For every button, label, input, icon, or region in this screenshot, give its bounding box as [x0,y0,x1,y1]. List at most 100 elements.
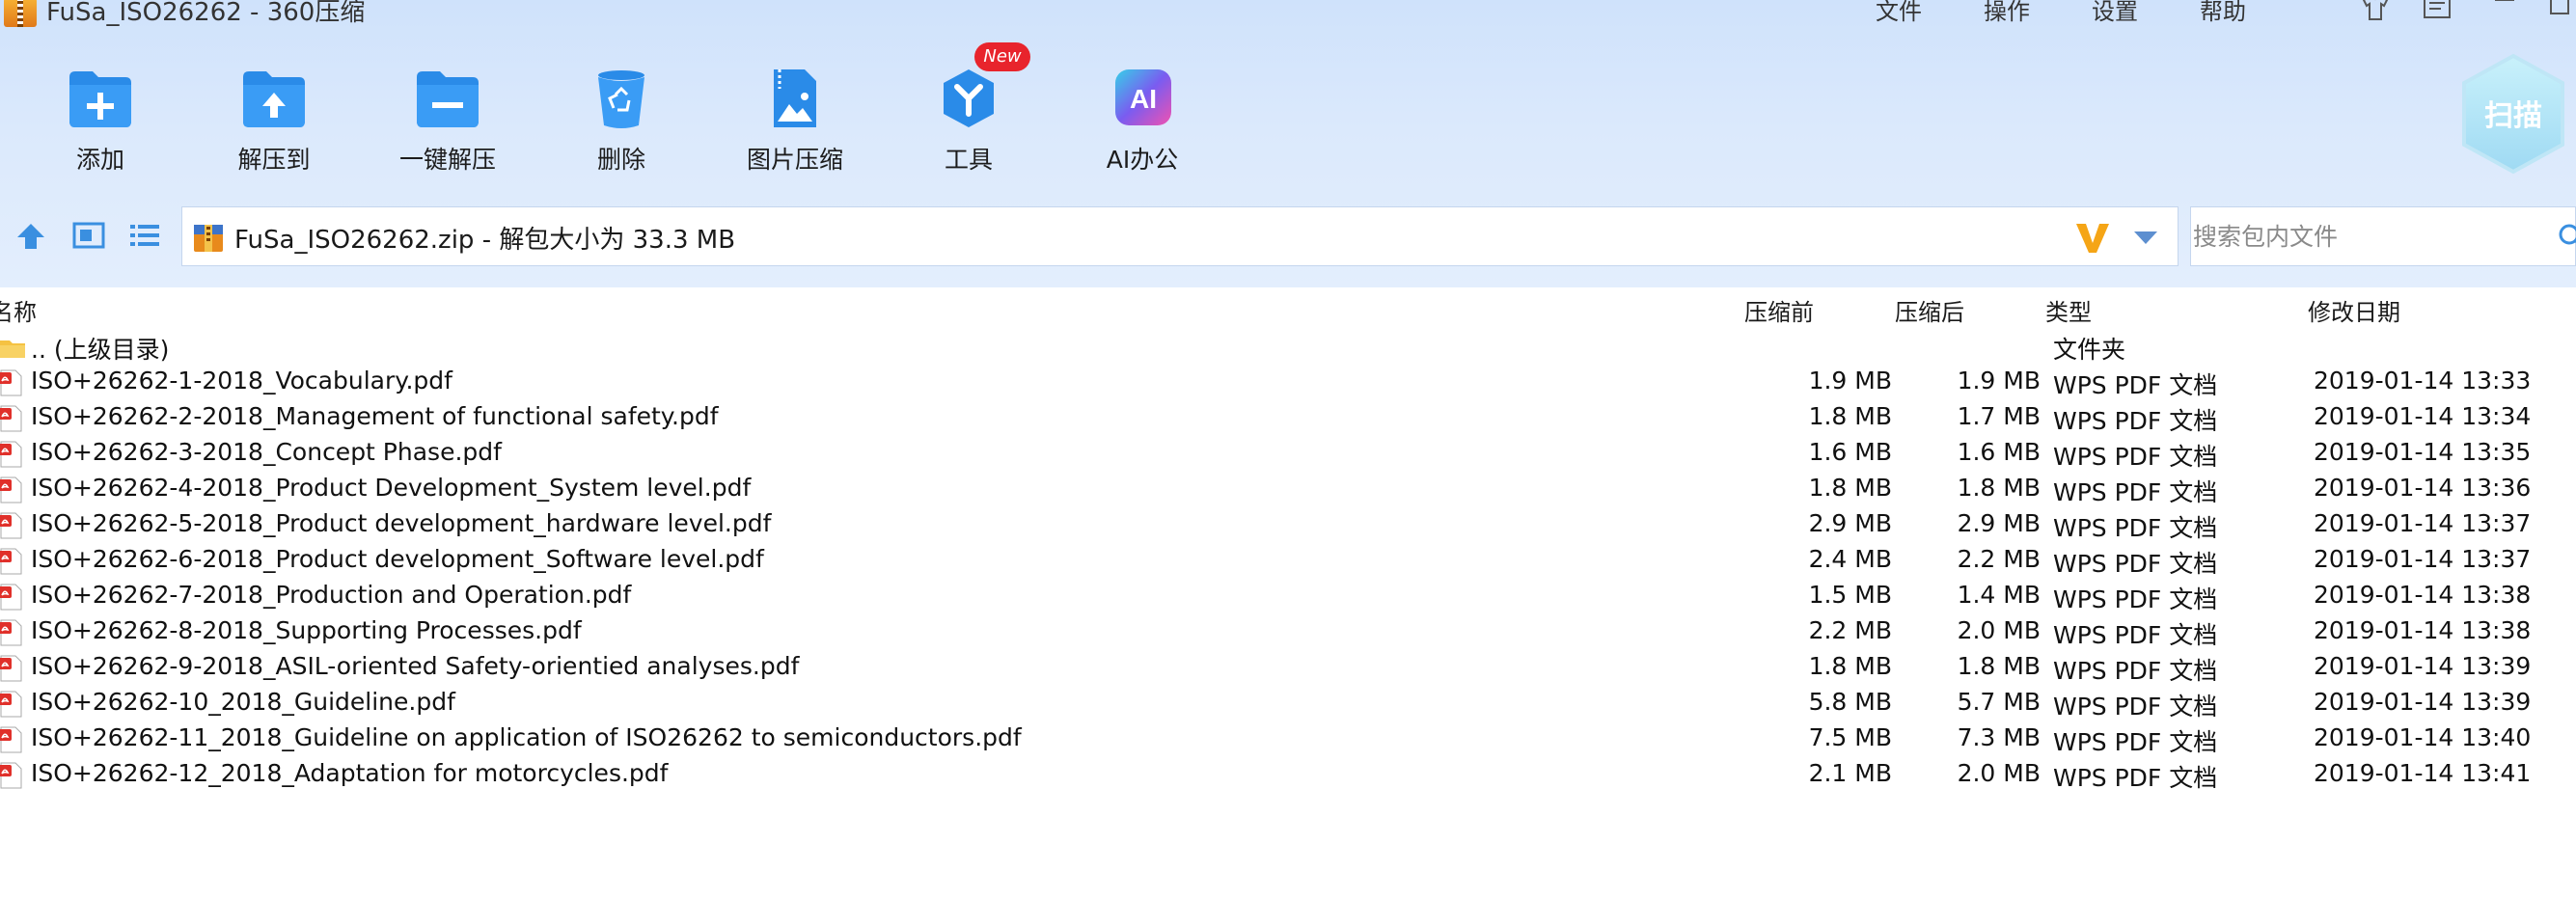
one-click-extract-label: 一键解压 [398,146,496,174]
table-row[interactable]: ISO+26262-12_2018_Adaptation for motorcy… [0,757,2576,793]
pdf-file-icon [0,655,22,682]
ai-office-label: AI办公 [1106,146,1179,174]
svg-text:AI: AI [1130,84,1157,114]
file-type: WPS PDF 文档 [2053,514,2218,542]
table-row[interactable]: ISO+26262-3-2018_Concept Phase.pdf 1.6 M… [0,436,2576,472]
scan-button[interactable]: 扫描 [2458,52,2568,176]
menu-file[interactable]: 文件 [1876,0,1922,26]
image-compress-icon [774,69,816,127]
file-date: 2019-01-14 13:40 [2314,723,2532,751]
file-date: 2019-01-14 13:35 [2314,438,2532,466]
image-compress-label: 图片压缩 [746,146,843,174]
tools-icon [944,69,994,127]
list-view-icon[interactable] [127,218,162,253]
pdf-file-icon [0,726,22,753]
vip-v-icon[interactable] [2074,220,2111,255]
file-date: 2019-01-14 13:39 [2314,688,2532,716]
extract-to-button[interactable]: 解压到 [197,60,351,185]
file-packed-size: 2.2 MB [1957,545,2041,573]
tools-label: 工具 [944,146,993,174]
file-type: WPS PDF 文档 [2053,371,2218,399]
parent-directory-row[interactable]: .. (上级目录) 文件夹 [0,329,2576,365]
file-packed-size: 5.7 MB [1957,688,2041,716]
column-packed-size[interactable]: 压缩后 [1895,293,1964,327]
table-row[interactable]: ISO+26262-11_2018_Guideline on applicati… [0,721,2576,757]
search-icon[interactable] [2557,222,2576,251]
table-row[interactable]: ISO+26262-7-2018_Production and Operatio… [0,579,2576,614]
table-row[interactable]: ISO+26262-10_2018_Guideline.pdf 5.8 MB 5… [0,686,2576,721]
new-badge: New [974,42,1030,71]
menu-help[interactable]: 帮助 [2200,0,2246,26]
app-logo-icon [4,0,37,27]
file-type: WPS PDF 文档 [2053,621,2218,649]
tools-button[interactable]: 工具 [891,60,1046,185]
file-date: 2019-01-14 13:38 [2314,581,2532,609]
maximize-icon[interactable] [2543,0,2576,23]
add-file-icon [69,71,131,127]
file-packed-size: 7.3 MB [1957,723,2041,751]
file-packed-size: 1.4 MB [1957,581,2041,609]
go-up-icon[interactable] [14,218,48,253]
table-row[interactable]: ISO+26262-4-2018_Product Development_Sys… [0,472,2576,507]
parent-directory-type: 文件夹 [2053,336,2126,364]
menu-operate[interactable]: 操作 [1984,0,2030,26]
menu-settings[interactable]: 设置 [2092,0,2138,26]
file-name: ISO+26262-4-2018_Product Development_Sys… [31,474,752,502]
zip-archive-icon [194,225,223,252]
file-type: WPS PDF 文档 [2053,585,2218,613]
file-packed-size: 1.6 MB [1957,438,2041,466]
pdf-file-icon [0,405,22,432]
file-name: ISO+26262-1-2018_Vocabulary.pdf [31,367,452,395]
file-packed-size: 1.8 MB [1957,652,2041,680]
file-date: 2019-01-14 13:37 [2314,545,2532,573]
chevron-down-icon[interactable] [2132,228,2159,247]
table-row[interactable]: ISO+26262-9-2018_ASIL-oriented Safety-or… [0,650,2576,686]
file-packed-size: 1.9 MB [1957,367,2041,395]
file-type: WPS PDF 文档 [2053,407,2218,435]
one-click-extract-icon [417,71,479,127]
file-name: ISO+26262-6-2018_Product development_Sof… [31,545,764,573]
file-name: ISO+26262-3-2018_Concept Phase.pdf [31,438,502,466]
add-label: 添加 [75,146,124,174]
pdf-file-icon [0,691,22,718]
search-input[interactable] [2191,207,2540,265]
pdf-file-icon [0,548,22,575]
table-row[interactable]: ISO+26262-6-2018_Product development_Sof… [0,543,2576,579]
file-name: ISO+26262-7-2018_Production and Operatio… [31,581,632,609]
thumbnail-view-icon[interactable] [71,218,106,253]
parent-directory-name: .. (上级目录) [31,336,170,364]
skin-shirt-icon[interactable] [2358,0,2393,23]
title-bar: FuSa_ISO26262 - 360压缩 文件 操作 设置 帮助 [0,0,2576,29]
one-click-extract-button[interactable]: 一键解压 [370,60,525,185]
file-type: WPS PDF 文档 [2053,443,2218,471]
file-date: 2019-01-14 13:37 [2314,509,2532,537]
table-row[interactable]: ISO+26262-2-2018_Management of functiona… [0,400,2576,436]
minimize-icon[interactable] [2487,0,2522,23]
table-row[interactable]: ISO+26262-5-2018_Product development_har… [0,507,2576,543]
address-bar[interactable]: FuSa_ISO26262.zip - 解包大小为 33.3 MB [181,206,2179,266]
scan-label: 扫描 [2484,99,2542,133]
image-compress-button[interactable]: 图片压缩 [718,60,872,185]
file-packed-size: 1.7 MB [1957,402,2041,430]
file-name: ISO+26262-9-2018_ASIL-oriented Safety-or… [31,652,800,680]
pdf-file-icon [0,762,22,789]
column-name[interactable]: 名称 [0,293,37,327]
file-type: WPS PDF 文档 [2053,764,2218,792]
add-button[interactable]: 添加 [23,60,178,185]
table-row[interactable]: ISO+26262-1-2018_Vocabulary.pdf 1.9 MB 1… [0,365,2576,400]
table-row[interactable]: ISO+26262-8-2018_Supporting Processes.pd… [0,614,2576,650]
column-modified[interactable]: 修改日期 [2308,293,2400,327]
window-title: FuSa_ISO26262 - 360压缩 [46,0,366,27]
archive-path: FuSa_ISO26262.zip - 解包大小为 33.3 MB [234,226,736,255]
file-type: WPS PDF 文档 [2053,728,2218,756]
ai-office-button[interactable]: AI AI办公 [1065,60,1219,185]
column-type[interactable]: 类型 [2045,293,2092,327]
file-name: ISO+26262-5-2018_Product development_har… [31,509,772,537]
feedback-icon[interactable] [2420,0,2454,23]
delete-button[interactable]: 删除 [544,60,699,185]
file-date: 2019-01-14 13:36 [2314,474,2532,502]
column-size[interactable]: 压缩前 [1744,293,1814,327]
file-packed-size: 2.0 MB [1957,616,2041,644]
pdf-file-icon [0,512,22,539]
folder-icon [0,340,25,358]
